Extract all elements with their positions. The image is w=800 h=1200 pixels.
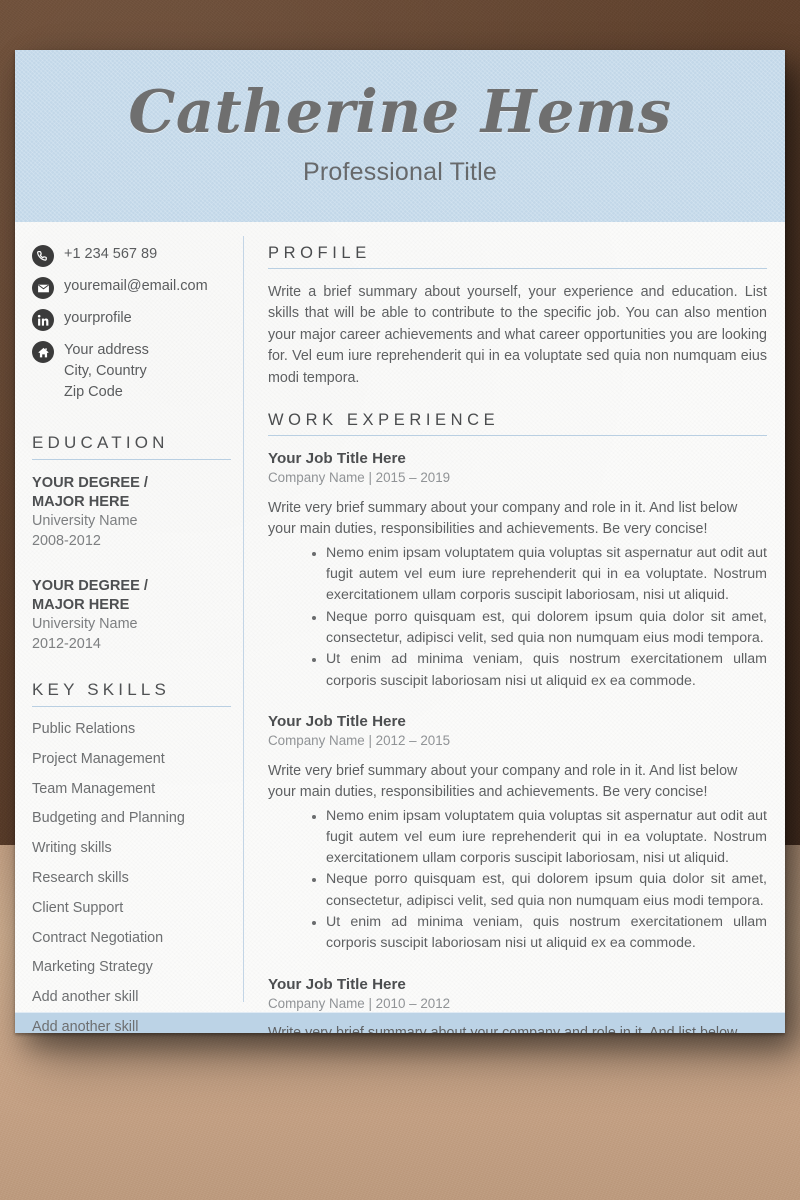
education-years: 2008-2012 xyxy=(32,532,101,549)
contact-address-text: Your address City, Country Zip Code xyxy=(64,340,149,403)
job-entry: Your Job Title Here Company Name | 2012 … xyxy=(268,712,767,955)
profile-section: PROFILE Write a brief summary about your… xyxy=(268,244,767,389)
education-section: EDUCATION YOUR DEGREE / MAJOR HERE Unive… xyxy=(32,433,231,654)
list-item: Ut enim ad minima veniam, quis nostrum e… xyxy=(312,912,767,955)
education-years: 2012-2014 xyxy=(32,635,101,652)
home-icon xyxy=(32,341,54,363)
job-company-dates: Company Name | 2010 – 2012 xyxy=(268,995,451,1011)
contact-email-text: youremail@email.com xyxy=(64,278,208,294)
address-line-2: City, Country xyxy=(64,363,147,380)
contact-phone[interactable]: +1 234 567 89 xyxy=(32,244,231,267)
job-title: Your Job Title Here xyxy=(268,975,406,993)
work-experience-heading: WORK EXPERIENCE xyxy=(268,411,767,437)
job-bullets: Nemo enim ipsam voluptatem quia voluptas… xyxy=(268,543,767,692)
profile-heading: PROFILE xyxy=(268,244,767,269)
resume-page: Catherine Hems Professional Title +1 234… xyxy=(15,50,785,1033)
education-entry: YOUR DEGREE / MAJOR HERE University Name… xyxy=(32,474,231,551)
education-heading: EDUCATION xyxy=(32,433,231,461)
list-item: Team Management xyxy=(32,780,156,797)
job-summary: Write very brief summary about your comp… xyxy=(268,1023,767,1033)
list-item: Neque porro quisquam est, qui dolorem ip… xyxy=(312,607,767,650)
list-item: Budgeting and Planning xyxy=(32,810,185,827)
job-title: Your Job Title Here xyxy=(268,712,406,730)
education-school: University Name xyxy=(32,616,138,633)
job-title: Your Job Title Here xyxy=(268,450,406,468)
contact-email[interactable]: youremail@email.com xyxy=(32,276,231,299)
phone-icon xyxy=(32,245,54,267)
job-bullets: Nemo enim ipsam voluptatem quia voluptas… xyxy=(268,806,767,955)
education-degree: YOUR DEGREE / MAJOR HERE xyxy=(32,578,148,614)
contact-linkedin[interactable]: yourprofile xyxy=(32,308,231,331)
list-item: Add another skill xyxy=(32,1018,139,1033)
contact-linkedin-text: yourprofile xyxy=(64,310,132,326)
education-degree: YOUR DEGREE / MAJOR HERE xyxy=(32,475,148,511)
job-entry: Your Job Title Here Company Name | 2010 … xyxy=(268,975,767,1033)
address-line-1: Your address xyxy=(64,342,149,358)
job-entry: Your Job Title Here Company Name | 2015 … xyxy=(268,449,767,692)
skills-list: Public Relations Project Management Team… xyxy=(32,721,231,1033)
list-item: Client Support xyxy=(32,899,124,916)
contact-address[interactable]: Your address City, Country Zip Code xyxy=(32,340,231,403)
address-line-3: Zip Code xyxy=(64,384,123,401)
contact-list: +1 234 567 89 youremail@email.com yourpr… xyxy=(32,244,231,403)
professional-title: Professional Title xyxy=(303,158,497,187)
work-experience-section: WORK EXPERIENCE Your Job Title Here Comp… xyxy=(268,411,767,1033)
job-summary: Write very brief summary about your comp… xyxy=(268,499,738,538)
education-entry: YOUR DEGREE / MAJOR HERE University Name… xyxy=(32,577,231,654)
skills-section: KEY SKILLS Public Relations Project Mana… xyxy=(32,680,231,1033)
list-item: Nemo enim ipsam voluptatem quia voluptas… xyxy=(312,543,767,607)
list-item: Ut enim ad minima veniam, quis nostrum e… xyxy=(312,649,767,692)
profile-text: Write a brief summary about yourself, yo… xyxy=(268,284,767,386)
envelope-icon xyxy=(32,277,54,299)
main-column: PROFILE Write a brief summary about your… xyxy=(244,222,785,1033)
resume-header: Catherine Hems Professional Title xyxy=(15,50,785,222)
job-company-dates: Company Name | 2012 – 2015 xyxy=(268,732,451,748)
linkedin-icon xyxy=(32,309,54,331)
job-company-dates: Company Name | 2015 – 2019 xyxy=(268,470,451,486)
list-item: Writing skills xyxy=(32,840,112,857)
list-item: Nemo enim ipsam voluptatem quia voluptas… xyxy=(312,806,767,870)
skills-heading: KEY SKILLS xyxy=(32,680,231,708)
list-item: Marketing Strategy xyxy=(32,959,153,976)
education-school: University Name xyxy=(32,513,138,530)
list-item: Add another skill xyxy=(32,989,139,1006)
list-item: Research skills xyxy=(32,870,129,886)
list-item: Neque porro quisquam est, qui dolorem ip… xyxy=(312,869,767,912)
sidebar: +1 234 567 89 youremail@email.com yourpr… xyxy=(15,222,243,1033)
list-item: Public Relations xyxy=(32,721,136,738)
candidate-name: Catherine Hems xyxy=(128,77,672,146)
contact-phone-text: +1 234 567 89 xyxy=(64,246,158,262)
job-summary: Write very brief summary about your comp… xyxy=(268,762,738,801)
list-item: Project Management xyxy=(32,750,165,767)
list-item: Contract Negotiation xyxy=(32,929,164,946)
resume-body: +1 234 567 89 youremail@email.com yourpr… xyxy=(15,222,785,1033)
